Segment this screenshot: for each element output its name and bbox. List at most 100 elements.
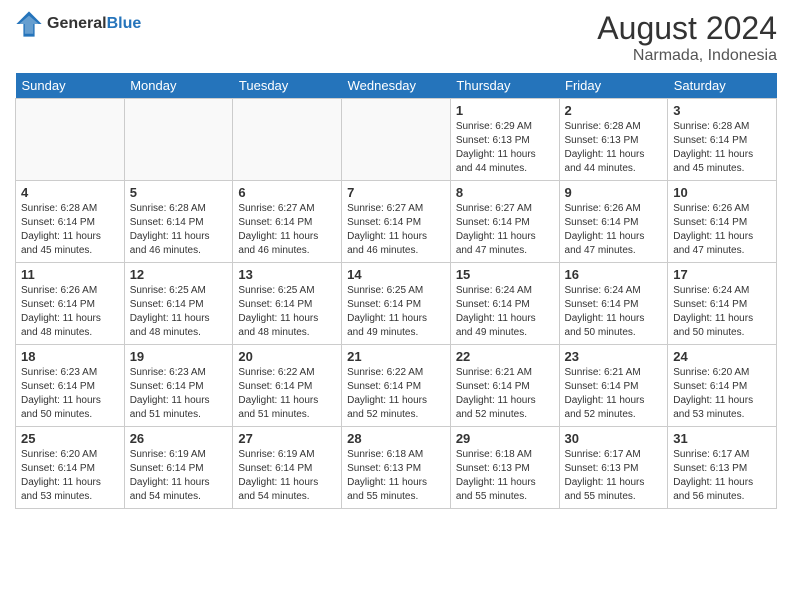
day-info: Sunrise: 6:18 AMSunset: 6:13 PMDaylight:… <box>347 448 445 504</box>
day-number: 28 <box>347 431 445 446</box>
day-info: Sunrise: 6:28 AMSunset: 6:14 PMDaylight:… <box>130 202 228 258</box>
week-row-5: 25 Sunrise: 6:20 AMSunset: 6:14 PMDayligh… <box>16 427 777 509</box>
calendar-cell: 7 Sunrise: 6:27 AMSunset: 6:14 PMDaylight… <box>342 181 451 263</box>
calendar-cell <box>342 99 451 181</box>
day-info: Sunrise: 6:24 AMSunset: 6:14 PMDaylight:… <box>673 284 771 340</box>
logo-text: GeneralBlue <box>47 15 141 33</box>
col-monday: Monday <box>124 73 233 99</box>
calendar-cell: 20Sunrise: 6:22 AMSunset: 6:14 PMDayligh… <box>233 345 342 427</box>
day-number: 19 <box>130 349 228 364</box>
day-number: 17 <box>673 267 771 282</box>
calendar-cell: 9 Sunrise: 6:26 AMSunset: 6:14 PMDaylight… <box>559 181 668 263</box>
calendar-cell: 3 Sunrise: 6:28 AMSunset: 6:14 PMDaylight… <box>668 99 777 181</box>
col-wednesday: Wednesday <box>342 73 451 99</box>
day-info: Sunrise: 6:22 AMSunset: 6:14 PMDaylight:… <box>238 366 336 422</box>
calendar-table: Sunday Monday Tuesday Wednesday Thursday… <box>15 73 777 509</box>
day-number: 5 <box>130 185 228 200</box>
day-info: Sunrise: 6:25 AMSunset: 6:14 PMDaylight:… <box>130 284 228 340</box>
calendar-cell: 1Sunrise: 6:29 AMSunset: 6:13 PMDaylight… <box>450 99 559 181</box>
day-info: Sunrise: 6:25 AMSunset: 6:14 PMDaylight:… <box>347 284 445 340</box>
day-info: Sunrise: 6:23 AMSunset: 6:14 PMDaylight:… <box>21 366 119 422</box>
day-number: 6 <box>238 185 336 200</box>
calendar-cell: 19 Sunrise: 6:23 AMSunset: 6:14 PMDayligh… <box>124 345 233 427</box>
calendar-cell: 26 Sunrise: 6:19 AMSunset: 6:14 PMDayligh… <box>124 427 233 509</box>
day-info: Sunrise: 6:23 AMSunset: 6:14 PMDaylight:… <box>130 366 228 422</box>
day-number: 21 <box>347 349 445 364</box>
calendar-cell: 11Sunrise: 6:26 AMSunset: 6:14 PMDayligh… <box>16 263 125 345</box>
day-number: 31 <box>673 431 771 446</box>
calendar-cell: 14 Sunrise: 6:25 AMSunset: 6:14 PMDayligh… <box>342 263 451 345</box>
calendar-cell: 30 Sunrise: 6:17 AMSunset: 6:13 PMDayligh… <box>559 427 668 509</box>
day-info: Sunrise: 6:28 AMSunset: 6:14 PMDaylight:… <box>21 202 119 258</box>
day-info: Sunrise: 6:17 AMSunset: 6:13 PMDaylight:… <box>565 448 663 504</box>
calendar-cell: 16 Sunrise: 6:24 AMSunset: 6:14 PMDayligh… <box>559 263 668 345</box>
week-row-4: 18Sunrise: 6:23 AMSunset: 6:14 PMDayligh… <box>16 345 777 427</box>
day-number: 27 <box>238 431 336 446</box>
calendar-cell: 25 Sunrise: 6:20 AMSunset: 6:14 PMDayligh… <box>16 427 125 509</box>
day-number: 30 <box>565 431 663 446</box>
day-info: Sunrise: 6:25 AMSunset: 6:14 PMDaylight:… <box>238 284 336 340</box>
day-number: 25 <box>21 431 119 446</box>
calendar-cell: 21 Sunrise: 6:22 AMSunset: 6:14 PMDayligh… <box>342 345 451 427</box>
col-saturday: Saturday <box>668 73 777 99</box>
day-info: Sunrise: 6:20 AMSunset: 6:14 PMDaylight:… <box>21 448 119 504</box>
calendar-cell: 29Sunrise: 6:18 AMSunset: 6:13 PMDayligh… <box>450 427 559 509</box>
day-info: Sunrise: 6:24 AMSunset: 6:14 PMDaylight:… <box>456 284 554 340</box>
calendar-cell: 23Sunrise: 6:21 AMSunset: 6:14 PMDayligh… <box>559 345 668 427</box>
day-info: Sunrise: 6:26 AMSunset: 6:14 PMDaylight:… <box>21 284 119 340</box>
day-number: 14 <box>347 267 445 282</box>
day-number: 24 <box>673 349 771 364</box>
calendar-cell: 10 Sunrise: 6:26 AMSunset: 6:14 PMDayligh… <box>668 181 777 263</box>
day-info: Sunrise: 6:20 AMSunset: 6:14 PMDaylight:… <box>673 366 771 422</box>
day-info: Sunrise: 6:28 AMSunset: 6:14 PMDaylight:… <box>673 120 771 176</box>
calendar-cell <box>16 99 125 181</box>
day-number: 26 <box>130 431 228 446</box>
day-info: Sunrise: 6:27 AMSunset: 6:14 PMDaylight:… <box>347 202 445 258</box>
day-info: Sunrise: 6:21 AMSunset: 6:14 PMDaylight:… <box>565 366 663 422</box>
calendar-cell: 12Sunrise: 6:25 AMSunset: 6:14 PMDayligh… <box>124 263 233 345</box>
col-tuesday: Tuesday <box>233 73 342 99</box>
day-number: 16 <box>565 267 663 282</box>
day-info: Sunrise: 6:28 AMSunset: 6:13 PMDaylight:… <box>565 120 663 176</box>
day-number: 15 <box>456 267 554 282</box>
calendar-cell <box>233 99 342 181</box>
col-sunday: Sunday <box>16 73 125 99</box>
day-info: Sunrise: 6:19 AMSunset: 6:14 PMDaylight:… <box>130 448 228 504</box>
week-row-3: 11Sunrise: 6:26 AMSunset: 6:14 PMDayligh… <box>16 263 777 345</box>
col-thursday: Thursday <box>450 73 559 99</box>
day-info: Sunrise: 6:27 AMSunset: 6:14 PMDaylight:… <box>238 202 336 258</box>
day-number: 8 <box>456 185 554 200</box>
day-info: Sunrise: 6:19 AMSunset: 6:14 PMDaylight:… <box>238 448 336 504</box>
location: Narmada, Indonesia <box>597 47 777 65</box>
calendar-cell: 13Sunrise: 6:25 AMSunset: 6:14 PMDayligh… <box>233 263 342 345</box>
header-row: Sunday Monday Tuesday Wednesday Thursday… <box>16 73 777 99</box>
calendar-cell: 31 Sunrise: 6:17 AMSunset: 6:13 PMDayligh… <box>668 427 777 509</box>
day-info: Sunrise: 6:24 AMSunset: 6:14 PMDaylight:… <box>565 284 663 340</box>
calendar-cell: 5 Sunrise: 6:28 AMSunset: 6:14 PMDaylight… <box>124 181 233 263</box>
title-section: August 2024 Narmada, Indonesia <box>597 10 777 65</box>
calendar-cell: 6 Sunrise: 6:27 AMSunset: 6:14 PMDaylight… <box>233 181 342 263</box>
calendar-cell: 4Sunrise: 6:28 AMSunset: 6:14 PMDaylight… <box>16 181 125 263</box>
calendar-cell: 2 Sunrise: 6:28 AMSunset: 6:13 PMDaylight… <box>559 99 668 181</box>
page-container: GeneralBlue August 2024 Narmada, Indones… <box>0 0 792 612</box>
day-info: Sunrise: 6:26 AMSunset: 6:14 PMDaylight:… <box>673 202 771 258</box>
day-info: Sunrise: 6:18 AMSunset: 6:13 PMDaylight:… <box>456 448 554 504</box>
month-year: August 2024 <box>597 10 777 47</box>
calendar-cell: 8 Sunrise: 6:27 AMSunset: 6:14 PMDaylight… <box>450 181 559 263</box>
calendar-cell: 28 Sunrise: 6:18 AMSunset: 6:13 PMDayligh… <box>342 427 451 509</box>
day-number: 3 <box>673 103 771 118</box>
day-info: Sunrise: 6:22 AMSunset: 6:14 PMDaylight:… <box>347 366 445 422</box>
calendar-cell: 18Sunrise: 6:23 AMSunset: 6:14 PMDayligh… <box>16 345 125 427</box>
day-number: 7 <box>347 185 445 200</box>
calendar-cell: 15 Sunrise: 6:24 AMSunset: 6:14 PMDayligh… <box>450 263 559 345</box>
page-header: GeneralBlue August 2024 Narmada, Indones… <box>15 10 777 65</box>
day-number: 2 <box>565 103 663 118</box>
day-info: Sunrise: 6:21 AMSunset: 6:14 PMDaylight:… <box>456 366 554 422</box>
day-info: Sunrise: 6:27 AMSunset: 6:14 PMDaylight:… <box>456 202 554 258</box>
day-number: 10 <box>673 185 771 200</box>
day-info: Sunrise: 6:26 AMSunset: 6:14 PMDaylight:… <box>565 202 663 258</box>
day-number: 1 <box>456 103 554 118</box>
day-number: 9 <box>565 185 663 200</box>
logo: GeneralBlue <box>15 10 141 38</box>
day-info: Sunrise: 6:17 AMSunset: 6:13 PMDaylight:… <box>673 448 771 504</box>
